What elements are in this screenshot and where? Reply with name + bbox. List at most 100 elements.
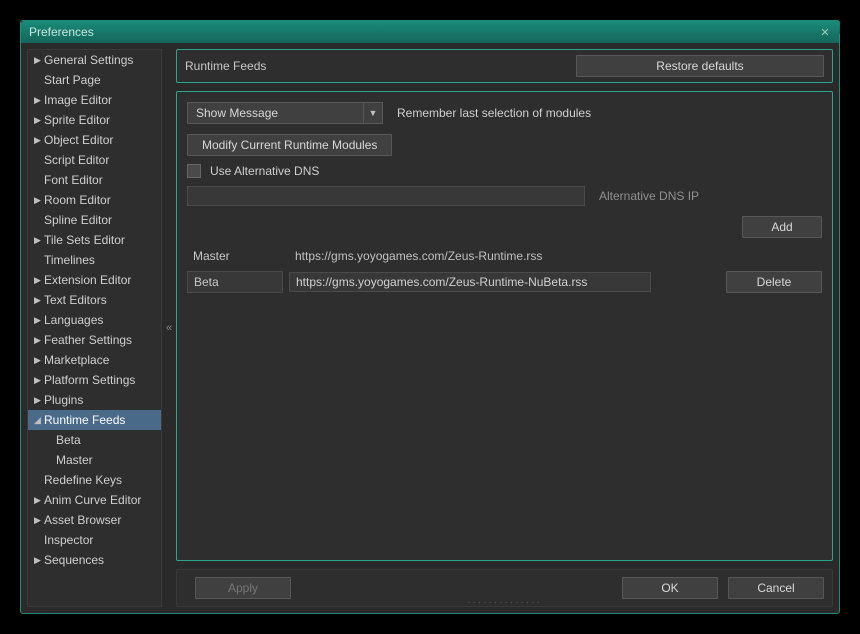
apply-button[interactable]: Apply	[195, 577, 291, 599]
sidebar-item-label: Room Editor	[44, 193, 111, 207]
sidebar-item-label: Inspector	[44, 533, 93, 547]
sidebar-item[interactable]: ▶Extension Editor	[28, 270, 161, 290]
row-alt-dns-input: Alternative DNS IP	[187, 186, 822, 206]
sidebar-item-label: Spline Editor	[44, 213, 112, 227]
window-title: Preferences	[29, 25, 94, 39]
sidebar-item-label: Sequences	[44, 553, 104, 567]
sidebar-item[interactable]: ▶Anim Curve Editor	[28, 490, 161, 510]
cancel-label: Cancel	[757, 581, 794, 595]
sidebar-item[interactable]: ▶Image Editor	[28, 90, 161, 110]
sidebar-item-label: Languages	[44, 313, 103, 327]
delete-feed-button[interactable]: Delete	[726, 271, 822, 293]
use-alt-dns-label: Use Alternative DNS	[210, 164, 319, 178]
apply-label: Apply	[228, 581, 258, 595]
sidebar-item[interactable]: ▶Object Editor	[28, 130, 161, 150]
modify-runtime-modules-label: Modify Current Runtime Modules	[202, 138, 377, 152]
panel-content: Show Message ▼ Remember last selection o…	[176, 91, 833, 561]
sidebar-item[interactable]: ◢Runtime Feeds	[28, 410, 161, 430]
sidebar-item[interactable]: Beta	[28, 430, 161, 450]
alt-dns-input[interactable]	[187, 186, 585, 206]
sidebar-item[interactable]: ▶Text Editors	[28, 290, 161, 310]
sidebar-item-label: Anim Curve Editor	[44, 493, 141, 507]
arrow-right-icon: ▶	[34, 495, 44, 506]
feeds-list: Master https://gms.yoyogames.com/Zeus-Run…	[187, 244, 822, 294]
sidebar-item[interactable]: ▶General Settings	[28, 50, 161, 70]
sidebar-item-label: Extension Editor	[44, 273, 131, 287]
sidebar-item[interactable]: ▶Languages	[28, 310, 161, 330]
titlebar: Preferences ✕	[21, 21, 839, 43]
sidebar-item-label: Marketplace	[44, 353, 109, 367]
sidebar-item[interactable]: ▶Timelines	[28, 250, 161, 270]
sidebar-item-label: Tile Sets Editor	[44, 233, 125, 247]
sidebar-item-label: Master	[56, 453, 93, 467]
sidebar-item[interactable]: ▶Plugins	[28, 390, 161, 410]
dropdown-value: Show Message	[196, 106, 278, 120]
arrow-right-icon: ▶	[34, 275, 44, 286]
sidebar-item[interactable]: ▶Sprite Editor	[28, 110, 161, 130]
sidebar-item[interactable]: Master	[28, 450, 161, 470]
cancel-button[interactable]: Cancel	[728, 577, 824, 599]
arrow-right-icon: ▶	[34, 295, 44, 306]
panel-header: Runtime Feeds Restore defaults	[176, 49, 833, 83]
sidebar-item[interactable]: ▶Inspector	[28, 530, 161, 550]
arrow-right-icon: ▶	[34, 195, 44, 206]
sidebar-item[interactable]: ▶Marketplace	[28, 350, 161, 370]
arrow-right-icon: ▶	[34, 355, 44, 366]
sidebar-item-label: Beta	[56, 433, 81, 447]
sidebar-item-label: Redefine Keys	[44, 473, 122, 487]
remember-label: Remember last selection of modules	[397, 106, 591, 120]
sidebar-item[interactable]: ▶Start Page	[28, 70, 161, 90]
arrow-down-icon: ◢	[34, 415, 44, 426]
sidebar-item[interactable]: ▶Redefine Keys	[28, 470, 161, 490]
delete-feed-label: Delete	[757, 275, 792, 289]
use-alt-dns-checkbox[interactable]	[187, 164, 201, 178]
feed-url: https://gms.yoyogames.com/Zeus-Runtime.r…	[289, 249, 822, 263]
sidebar-item-label: Platform Settings	[44, 373, 135, 387]
window-body: ▶General Settings▶Start Page▶Image Edito…	[21, 43, 839, 613]
sidebar-item-label: Sprite Editor	[44, 113, 110, 127]
add-feed-button[interactable]: Add	[742, 216, 822, 238]
sidebar[interactable]: ▶General Settings▶Start Page▶Image Edito…	[27, 49, 162, 607]
feed-name[interactable]: Beta	[187, 271, 283, 293]
sidebar-item[interactable]: ▶Platform Settings	[28, 370, 161, 390]
sidebar-item-label: Font Editor	[44, 173, 103, 187]
sidebar-item-label: Script Editor	[44, 153, 109, 167]
feed-url-input[interactable]	[289, 272, 651, 292]
panel-title: Runtime Feeds	[185, 59, 576, 73]
sidebar-item[interactable]: ▶Feather Settings	[28, 330, 161, 350]
show-message-dropdown[interactable]: Show Message ▼	[187, 102, 383, 124]
feed-row: Beta Delete	[187, 270, 822, 294]
sidebar-item[interactable]: ▶Spline Editor	[28, 210, 161, 230]
arrow-right-icon: ▶	[34, 515, 44, 526]
sidebar-item-label: Image Editor	[44, 93, 112, 107]
arrow-right-icon: ▶	[34, 115, 44, 126]
row-add: Add	[187, 216, 822, 238]
arrow-right-icon: ▶	[34, 395, 44, 406]
sidebar-item-label: General Settings	[44, 53, 133, 67]
arrow-right-icon: ▶	[34, 335, 44, 346]
ok-button[interactable]: OK	[622, 577, 718, 599]
sidebar-item[interactable]: ▶Sequences	[28, 550, 161, 570]
arrow-right-icon: ▶	[34, 235, 44, 246]
sidebar-item[interactable]: ▶Script Editor	[28, 150, 161, 170]
feed-name: Master	[187, 245, 283, 267]
chevron-down-icon[interactable]: ▼	[363, 102, 383, 124]
alt-dns-caption: Alternative DNS IP	[599, 189, 699, 203]
sidebar-collapse-handle[interactable]: «	[162, 49, 176, 607]
sidebar-item-label: Text Editors	[44, 293, 107, 307]
sidebar-item[interactable]: ▶Font Editor	[28, 170, 161, 190]
close-icon[interactable]: ✕	[817, 24, 833, 40]
sidebar-item[interactable]: ▶Room Editor	[28, 190, 161, 210]
arrow-right-icon: ▶	[34, 135, 44, 146]
sidebar-item-label: Plugins	[44, 393, 83, 407]
resize-grip-icon[interactable]: ··············	[467, 597, 542, 608]
modify-runtime-modules-button[interactable]: Modify Current Runtime Modules	[187, 134, 392, 156]
arrow-right-icon: ▶	[34, 55, 44, 66]
sidebar-item[interactable]: ▶Tile Sets Editor	[28, 230, 161, 250]
sidebar-item-label: Feather Settings	[44, 333, 132, 347]
row-show-message: Show Message ▼ Remember last selection o…	[187, 102, 822, 124]
restore-defaults-button[interactable]: Restore defaults	[576, 55, 824, 77]
sidebar-item-label: Object Editor	[44, 133, 113, 147]
sidebar-item[interactable]: ▶Asset Browser	[28, 510, 161, 530]
arrow-right-icon: ▶	[34, 315, 44, 326]
